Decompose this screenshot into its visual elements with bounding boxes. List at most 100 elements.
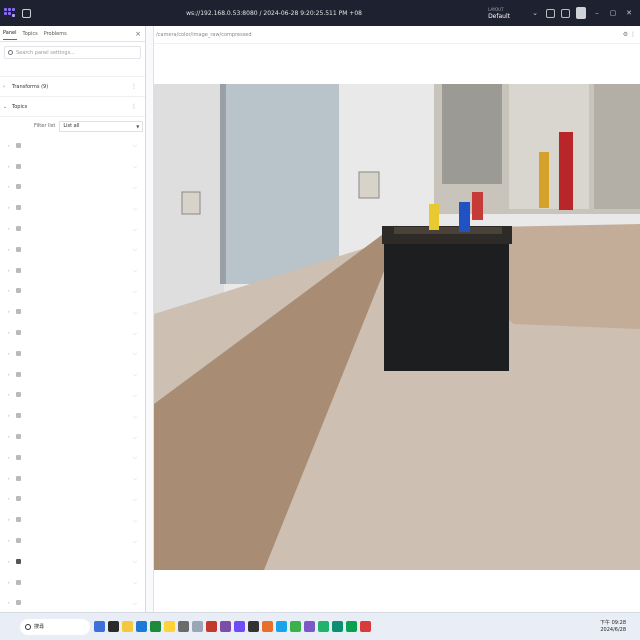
visibility-toggle-icon[interactable]: ◡ [133, 538, 137, 544]
visibility-toggle-icon[interactable]: ◡ [133, 226, 137, 232]
topic-row[interactable]: › ◡ [0, 447, 145, 468]
app-icon[interactable] [262, 621, 273, 632]
visibility-toggle-icon[interactable]: ◡ [133, 454, 137, 460]
app-icon[interactable] [304, 621, 315, 632]
tab-problems[interactable]: Problems [44, 28, 67, 40]
visibility-toggle-icon[interactable]: ◡ [133, 413, 137, 419]
visibility-toggle-icon[interactable]: ◡ [133, 600, 137, 606]
topic-row[interactable]: › ◡ [0, 343, 145, 364]
visibility-toggle-icon[interactable]: ◡ [133, 350, 137, 356]
topic-row[interactable]: › ◡ [0, 364, 145, 385]
layout-chevron-icon[interactable]: ⌄ [530, 9, 540, 17]
app-icon[interactable] [360, 621, 371, 632]
topic-row[interactable]: › ◡ [0, 197, 145, 218]
visibility-toggle-icon[interactable]: ◡ [133, 392, 137, 398]
topic-row[interactable]: › ◡ [0, 322, 145, 343]
visibility-toggle-icon[interactable]: ◡ [133, 163, 137, 169]
topics-section[interactable]: ⌄ Topics ⋮ [0, 97, 145, 117]
title-bar-right: LAYOUT Default ⌄ – ▢ ✕ [488, 6, 640, 20]
wall-socket-left [181, 191, 201, 215]
image-topic-path[interactable]: /camera/color/image_raw/compressed [156, 32, 252, 38]
visibility-toggle-icon[interactable]: ◡ [133, 558, 137, 564]
foxglove-logo-icon[interactable] [4, 8, 16, 18]
visibility-toggle-icon[interactable]: ◡ [133, 496, 137, 502]
app-icon[interactable] [192, 621, 203, 632]
app-icon[interactable] [94, 621, 105, 632]
visibility-toggle-icon[interactable]: ◡ [133, 475, 137, 481]
wall-socket [358, 171, 380, 199]
topic-row[interactable]: › ◡ [0, 468, 145, 489]
topic-row[interactable]: › ◡ [0, 509, 145, 530]
visibility-toggle-icon[interactable]: ◡ [133, 142, 137, 148]
transforms-section[interactable]: › Transforms (9) ⋮ [0, 77, 145, 97]
system-tray-clock[interactable]: 下午 09:28 2024/6/28 [600, 620, 626, 634]
taskbar-apps [94, 621, 371, 632]
maximize-icon[interactable]: ▢ [608, 9, 618, 17]
kebab-menu-icon[interactable]: ⋮ [131, 103, 137, 110]
file-explorer-icon[interactable] [164, 621, 175, 632]
terminal-icon[interactable] [248, 621, 259, 632]
visibility-toggle-icon[interactable]: ◡ [133, 184, 137, 190]
panel-splitter[interactable] [146, 26, 154, 612]
minimize-icon[interactable]: – [592, 9, 602, 17]
visibility-toggle-icon[interactable]: ◡ [133, 288, 137, 294]
panel-settings-icon[interactable]: ⚙ ⋮ [623, 31, 636, 38]
topic-row[interactable]: › ◡ [0, 135, 145, 156]
chrome-icon[interactable] [290, 621, 301, 632]
vscode-icon[interactable] [136, 621, 147, 632]
edge-icon[interactable] [276, 621, 287, 632]
app-icon[interactable] [332, 621, 343, 632]
app-icon[interactable] [220, 621, 231, 632]
app-icon[interactable] [318, 621, 329, 632]
visibility-toggle-icon[interactable]: ◡ [133, 371, 137, 377]
window-close-icon[interactable]: ✕ [624, 9, 634, 17]
foxglove-app-icon[interactable] [234, 621, 245, 632]
topic-row[interactable]: › ◡ [0, 218, 145, 239]
topic-row[interactable]: › ◡ [0, 530, 145, 551]
chevron-down-icon: ⌄ [3, 103, 8, 110]
data-source-icon[interactable] [22, 8, 31, 18]
app-icon[interactable] [206, 621, 217, 632]
line-icon[interactable] [346, 621, 357, 632]
visibility-toggle-icon[interactable]: ◡ [133, 517, 137, 523]
filter-select[interactable]: List all ▼ [59, 120, 144, 132]
topic-row[interactable]: › ◡ [0, 572, 145, 593]
topic-row[interactable]: › ◡ [0, 405, 145, 426]
topic-row[interactable]: › ◡ [0, 260, 145, 281]
topic-row[interactable]: › ◡ [0, 385, 145, 406]
app-icon[interactable] [150, 621, 161, 632]
visibility-toggle-icon[interactable]: ◡ [133, 205, 137, 211]
left-sidebar: Panel Topics Problems × Search panel set… [0, 26, 146, 612]
kebab-menu-icon[interactable]: ⋮ [131, 83, 137, 90]
topic-row[interactable]: › ◡ [0, 301, 145, 322]
panel-settings-search[interactable]: Search panel settings... [4, 46, 141, 59]
tab-panel[interactable]: Panel [3, 27, 17, 40]
search-icon [8, 50, 13, 55]
right-sidebar-toggle-icon[interactable] [561, 8, 570, 18]
topic-row[interactable]: › ◡ [0, 156, 145, 177]
topic-icon [15, 413, 21, 419]
topic-row[interactable]: › ◡ [0, 426, 145, 447]
visibility-toggle-icon[interactable]: ◡ [133, 267, 137, 273]
visibility-toggle-icon[interactable]: ◡ [133, 330, 137, 336]
visibility-toggle-icon[interactable]: ◡ [133, 434, 137, 440]
visibility-toggle-icon[interactable]: ◡ [133, 246, 137, 252]
filter-value: List all [63, 123, 80, 129]
visibility-toggle-icon[interactable]: ◡ [133, 309, 137, 315]
topic-row[interactable]: › ◡ [0, 239, 145, 260]
visibility-toggle-icon[interactable]: ◡ [133, 579, 137, 585]
close-icon[interactable]: × [135, 30, 141, 38]
app-icon[interactable] [122, 621, 133, 632]
avatar[interactable] [576, 7, 586, 19]
taskbar-search[interactable]: 搜尋 [20, 618, 90, 635]
topic-row[interactable]: › ◡ [0, 593, 145, 612]
topic-row[interactable]: › ◡ [0, 177, 145, 198]
topic-row[interactable]: › ◡ [0, 551, 145, 572]
topic-row[interactable]: › ◡ [0, 281, 145, 302]
app-icon[interactable] [178, 621, 189, 632]
left-sidebar-toggle-icon[interactable] [546, 8, 555, 18]
layout-selector[interactable]: LAYOUT Default [488, 6, 510, 20]
topic-row[interactable]: › ◡ [0, 489, 145, 510]
tab-topics[interactable]: Topics [23, 28, 38, 40]
app-icon[interactable] [108, 621, 119, 632]
